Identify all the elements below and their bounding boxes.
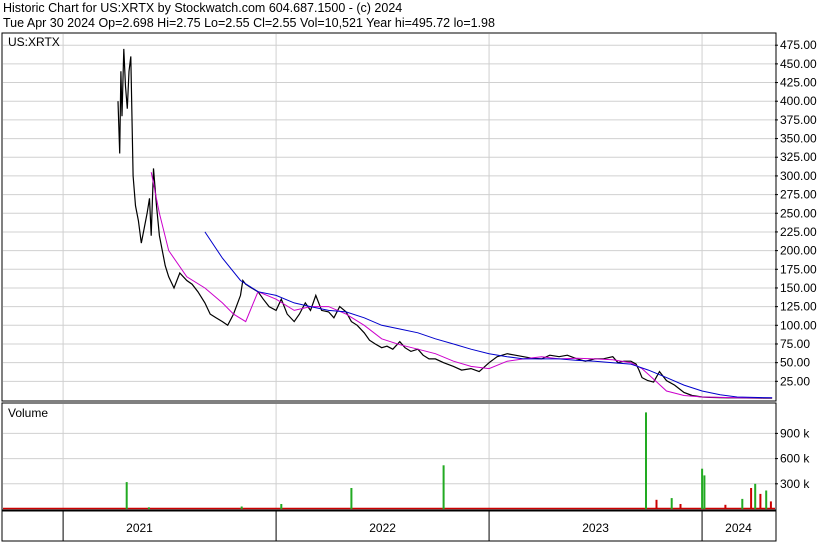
price-tick-label: 400.00 <box>780 94 817 108</box>
price-tick-label: 125.00 <box>780 300 817 314</box>
price-tick-label: 75.00 <box>780 337 810 351</box>
x-tick-label: 2022 <box>369 521 396 535</box>
volume-bar <box>655 499 658 509</box>
volume-bar <box>701 468 704 509</box>
volume-bar <box>754 483 757 509</box>
volume-bar <box>679 504 682 509</box>
price-tick-label: 50.00 <box>780 356 810 370</box>
price-tick-label: 175.00 <box>780 262 817 276</box>
volume-tick-label: 600 k <box>780 452 810 466</box>
price-tick-label: 375.00 <box>780 113 817 127</box>
volume-tick-label: 900 k <box>780 426 810 440</box>
price-tick-label: 200.00 <box>780 244 817 258</box>
volume-bar <box>741 498 744 509</box>
volume-panel <box>1 402 777 511</box>
volume-bar <box>750 488 753 509</box>
price-tick-label: 100.00 <box>780 318 817 332</box>
volume-bar <box>125 482 128 509</box>
price-y-axis: 475.00 450.00 425.00 400.00 375.00 350.00 325.… <box>775 38 817 388</box>
price-tick-label: 425.00 <box>780 76 817 90</box>
volume-bar <box>724 504 727 509</box>
volume-bar <box>769 501 772 509</box>
x-tick-label: 2021 <box>126 521 153 535</box>
x-tick-label: 2024 <box>725 521 752 535</box>
price-tick-label: 225.00 <box>780 225 817 239</box>
price-tick-label: 475.00 <box>780 38 817 52</box>
volume-bar <box>703 475 706 509</box>
volume-tick-label: 300 k <box>780 477 810 491</box>
volume-bar <box>280 504 283 509</box>
price-tick-label: 25.00 <box>780 374 810 388</box>
volume-bar <box>147 507 150 509</box>
price-panel-label: US:XRTX <box>8 35 60 49</box>
volume-bar <box>759 493 762 509</box>
volume-panel-label: Volume <box>8 406 48 420</box>
price-panel <box>1 32 777 402</box>
volume-bar <box>240 506 243 509</box>
price-tick-label: 350.00 <box>780 132 817 146</box>
volume-bar <box>645 412 647 509</box>
price-tick-label: 150.00 <box>780 281 817 295</box>
price-tick-label: 325.00 <box>780 150 817 164</box>
price-tick-label: 275.00 <box>780 188 817 202</box>
volume-bar <box>350 488 353 509</box>
price-tick-label: 250.00 <box>780 206 817 220</box>
stock-chart: 475.00 450.00 425.00 400.00 375.00 350.00 325.… <box>1 32 817 542</box>
volume-bar <box>442 465 445 509</box>
x-tick-label: 2023 <box>582 521 609 535</box>
volume-y-axis: 900 k 600 k 300 k <box>775 426 810 491</box>
price-tick-label: 300.00 <box>780 169 817 183</box>
volume-bar <box>670 498 673 509</box>
price-tick-label: 450.00 <box>780 57 817 71</box>
volume-bar <box>765 490 768 509</box>
